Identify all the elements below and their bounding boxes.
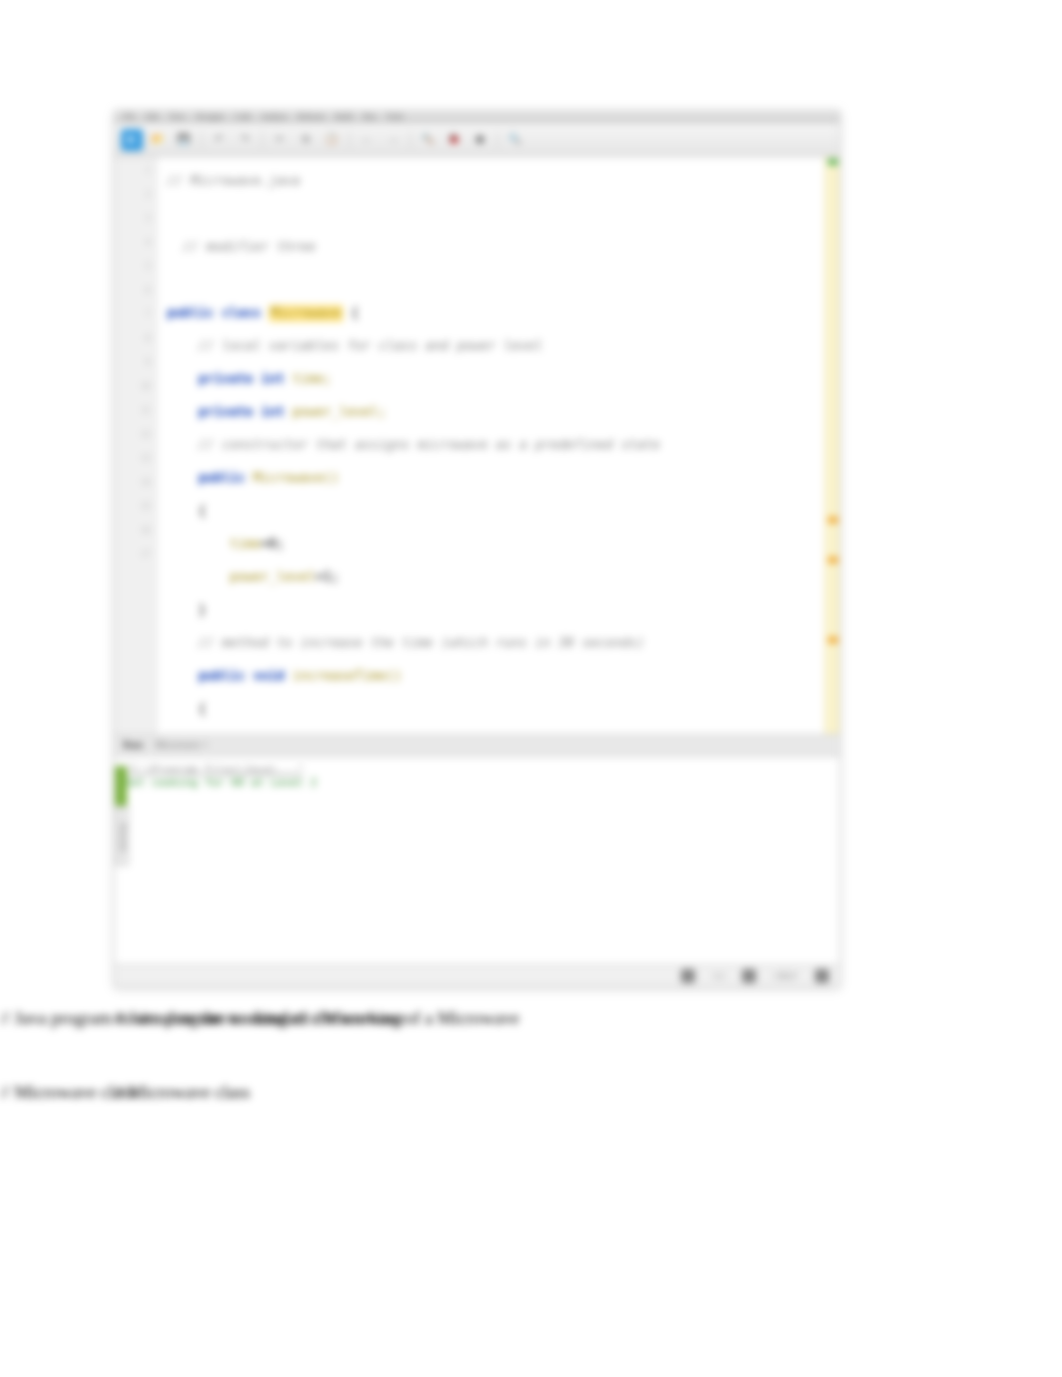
- menu-run[interactable]: Run: [363, 112, 376, 121]
- console-output[interactable]: "C:\Program Files\Java\..." Set cooking …: [115, 757, 839, 964]
- save-icon[interactable]: 💾: [173, 129, 195, 151]
- code-keyword: public: [198, 471, 245, 486]
- code-editor[interactable]: // Microwave.java // modifier three publ…: [157, 157, 825, 734]
- menu-edit[interactable]: Edit: [145, 112, 158, 121]
- toolbar: ▶ 📂 💾 ↶ ↷ ✂ ⧉ 📋 ← → 🔨 🐞 ◼ 🔍: [115, 123, 839, 157]
- code-comment: // modifier three: [183, 240, 316, 255]
- line-gutter: 1 2 3 4 5 6 7 8 9 10 11 12 13 14 15 16 1…: [115, 157, 157, 734]
- code-brace: }: [167, 594, 815, 627]
- code-keyword: private int: [198, 372, 284, 387]
- code-brace: {: [167, 495, 815, 528]
- run-panel: Run: Microwave × Structure "C:\Program F…: [115, 734, 839, 964]
- menu-build[interactable]: Build: [335, 112, 353, 121]
- menu-navigate[interactable]: Navigate: [196, 112, 225, 121]
- open-icon[interactable]: 📂: [147, 129, 169, 151]
- status-caret-position: 1:1: [713, 971, 725, 981]
- code-classname: Microwave: [269, 305, 343, 322]
- status-notification-icon[interactable]: [681, 969, 695, 983]
- redo-icon[interactable]: ↷: [234, 129, 256, 151]
- build-icon[interactable]: 🔨: [417, 129, 439, 151]
- toolbar-separator: [497, 131, 498, 149]
- code-comment: // method to increase the time (which ru…: [167, 636, 644, 651]
- code-method: increaseTime(): [292, 669, 402, 684]
- code-keyword: public: [198, 669, 245, 684]
- paste-icon[interactable]: 📋: [321, 129, 343, 151]
- copy-icon[interactable]: ⧉: [295, 129, 317, 151]
- menu-view[interactable]: View: [169, 112, 186, 121]
- document-text-line: // Java program to simulate the working …: [0, 1008, 405, 1029]
- editor-scrollbar[interactable]: [825, 157, 839, 734]
- scrollbar-marker-warning-icon: [828, 637, 838, 643]
- stop-icon[interactable]: ◼: [469, 129, 491, 151]
- panel-tabs: Run: Microwave ×: [115, 735, 839, 757]
- menu-code[interactable]: Code: [234, 112, 251, 121]
- console-output-line: Set cooking for 60 at Level 2: [125, 776, 829, 789]
- ide-window: File Edit View Navigate Code Analyze Ref…: [114, 110, 840, 987]
- toolbar-separator: [410, 131, 411, 149]
- code-blank: [167, 264, 815, 297]
- status-line-separator: CRLF: [774, 971, 797, 981]
- back-icon[interactable]: ←: [356, 129, 378, 151]
- statusbar: 1:1 CRLF: [115, 964, 839, 986]
- code-keyword: void: [253, 669, 284, 684]
- scrollbar-marker-warning-icon: [828, 557, 838, 563]
- toolbar-separator: [349, 131, 350, 149]
- menu-tools[interactable]: Tools: [386, 112, 404, 121]
- status-lock-icon[interactable]: [742, 969, 756, 983]
- menu-analyze[interactable]: Analyze: [261, 112, 288, 121]
- code-constructor: Microwave(): [253, 471, 339, 486]
- toolbar-separator: [201, 131, 202, 149]
- search-icon[interactable]: 🔍: [504, 129, 526, 151]
- code-field: power_level;: [292, 405, 386, 420]
- cut-icon[interactable]: ✂: [269, 129, 291, 151]
- run-config-tab[interactable]: Microwave ×: [155, 740, 209, 751]
- code-text: =0;: [261, 537, 284, 552]
- code-comment: // local variables for class and power l…: [167, 339, 543, 354]
- code-comment: // constructor that assigns microwave as…: [167, 438, 660, 453]
- undo-icon[interactable]: ↶: [208, 129, 230, 151]
- code-brace: {: [167, 693, 815, 726]
- menu-file[interactable]: File: [123, 112, 135, 121]
- code-field: time;: [292, 372, 331, 387]
- console-cmd-line: "C:\Program Files\Java\...": [125, 763, 829, 776]
- run-button-icon[interactable]: ▶: [121, 129, 143, 151]
- editor-main: 1 2 3 4 5 6 7 8 9 10 11 12 13 14 15 16 1…: [115, 157, 839, 734]
- status-encoding-icon[interactable]: [815, 969, 829, 983]
- titlebar: File Edit View Navigate Code Analyze Ref…: [115, 111, 839, 123]
- code-keyword: public: [167, 306, 214, 321]
- code-assign: time: [230, 537, 261, 552]
- toolbar-separator: [262, 131, 263, 149]
- code-assign: power_level: [230, 570, 316, 585]
- structure-tool-window-tab[interactable]: Structure: [115, 806, 129, 866]
- scrollbar-marker-warning-icon: [828, 517, 838, 523]
- code-brace: {: [343, 306, 359, 321]
- menu-refactor[interactable]: Refactor: [298, 112, 326, 121]
- code-text: =1;: [316, 570, 339, 585]
- scrollbar-marker-clean-icon: [828, 159, 838, 165]
- debug-icon[interactable]: 🐞: [443, 129, 465, 151]
- code-keyword: class: [222, 306, 261, 321]
- code-keyword: private int: [198, 405, 284, 420]
- code-blank: [167, 198, 815, 231]
- forward-icon[interactable]: →: [382, 129, 404, 151]
- document-text-line: // Microwave class: [0, 1082, 136, 1103]
- run-tab-label[interactable]: Run:: [123, 740, 145, 751]
- code-comment: // Microwave.java: [167, 174, 300, 189]
